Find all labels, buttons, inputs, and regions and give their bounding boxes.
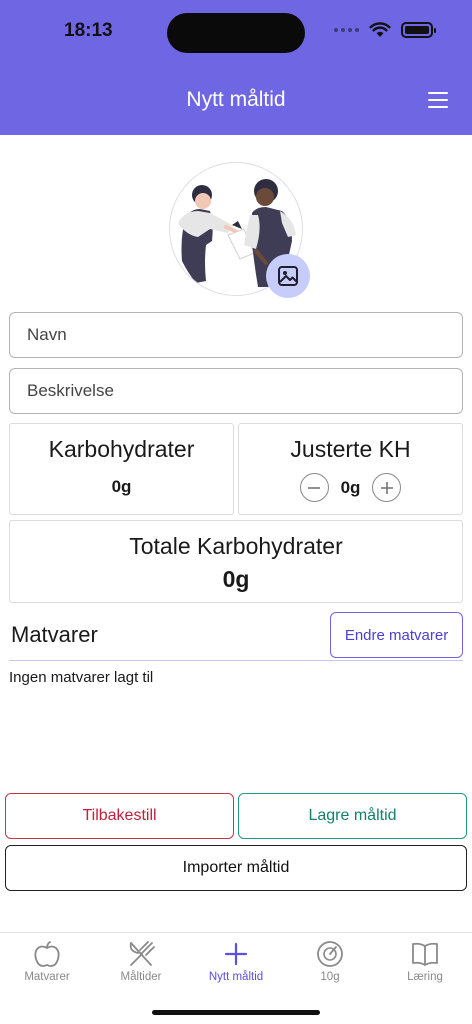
- total-carbs-title: Totale Karbohydrater: [129, 533, 343, 559]
- dynamic-island: [167, 13, 305, 53]
- description-input[interactable]: [9, 368, 463, 414]
- tab-foods-label: Matvarer: [24, 971, 70, 983]
- tab-learning[interactable]: Læring: [378, 939, 472, 983]
- adjusted-carbs-stepper: 0g: [239, 473, 462, 502]
- page-title: Nytt måltid: [186, 88, 286, 111]
- tab-learning-label: Læring: [407, 971, 443, 983]
- carbs-card: Karbohydrater 0g: [9, 423, 234, 515]
- app-header: 18:13 Nytt måltid: [0, 0, 472, 135]
- name-input[interactable]: [9, 312, 463, 358]
- book-icon: [412, 942, 438, 966]
- image-picker-badge[interactable]: [266, 254, 310, 298]
- status-icons: [334, 22, 436, 38]
- image-icon: [278, 266, 298, 286]
- carbs-value: 0g: [111, 477, 132, 496]
- increase-button[interactable]: [372, 473, 402, 502]
- minus-icon: [308, 486, 321, 489]
- total-carbs-card: Totale Karbohydrater 0g: [9, 520, 463, 603]
- meal-image-picker[interactable]: [169, 162, 310, 298]
- hamburger-menu-icon[interactable]: [428, 92, 448, 108]
- tab-gauge[interactable]: 10g: [283, 939, 377, 983]
- adjusted-carbs-title: Justerte KH: [290, 436, 411, 462]
- adjusted-carbs-value: 0g: [340, 477, 361, 497]
- reset-button[interactable]: Tilbakestill: [5, 793, 234, 839]
- decrease-button[interactable]: [299, 473, 329, 502]
- adjusted-carbs-card: Justerte KH 0g: [238, 423, 463, 515]
- edit-foods-button[interactable]: Endre matvarer: [330, 612, 463, 658]
- tab-new-meal-label: Nytt måltid: [208, 971, 264, 983]
- total-carbs-value: 0g: [222, 566, 250, 592]
- tab-meals[interactable]: Måltider: [94, 939, 188, 983]
- wifi-icon: [369, 22, 391, 37]
- tab-gauge-label: 10g: [320, 971, 340, 983]
- tab-meals-label: Måltider: [120, 971, 162, 983]
- fork-knife-icon: [129, 941, 155, 966]
- foods-empty-text: Ingen matvarer lagt til: [9, 669, 154, 686]
- save-meal-button[interactable]: Lagre måltid: [238, 793, 467, 839]
- gauge-icon: [317, 941, 343, 967]
- status-time: 18:13: [64, 20, 113, 41]
- import-meal-button[interactable]: Importer måltid: [5, 845, 467, 891]
- tab-new-meal[interactable]: Nytt måltid: [189, 939, 283, 983]
- plus-icon: [380, 481, 393, 494]
- apple-icon: [34, 941, 60, 967]
- signal-icon: [334, 28, 359, 32]
- plus-icon: [224, 942, 248, 966]
- carbs-title: Karbohydrater: [48, 436, 195, 462]
- home-indicator: [152, 1010, 320, 1015]
- tab-foods[interactable]: Matvarer: [0, 939, 94, 983]
- divider: [9, 660, 463, 661]
- battery-icon: [401, 22, 436, 38]
- foods-section-title: Matvarer: [11, 622, 98, 647]
